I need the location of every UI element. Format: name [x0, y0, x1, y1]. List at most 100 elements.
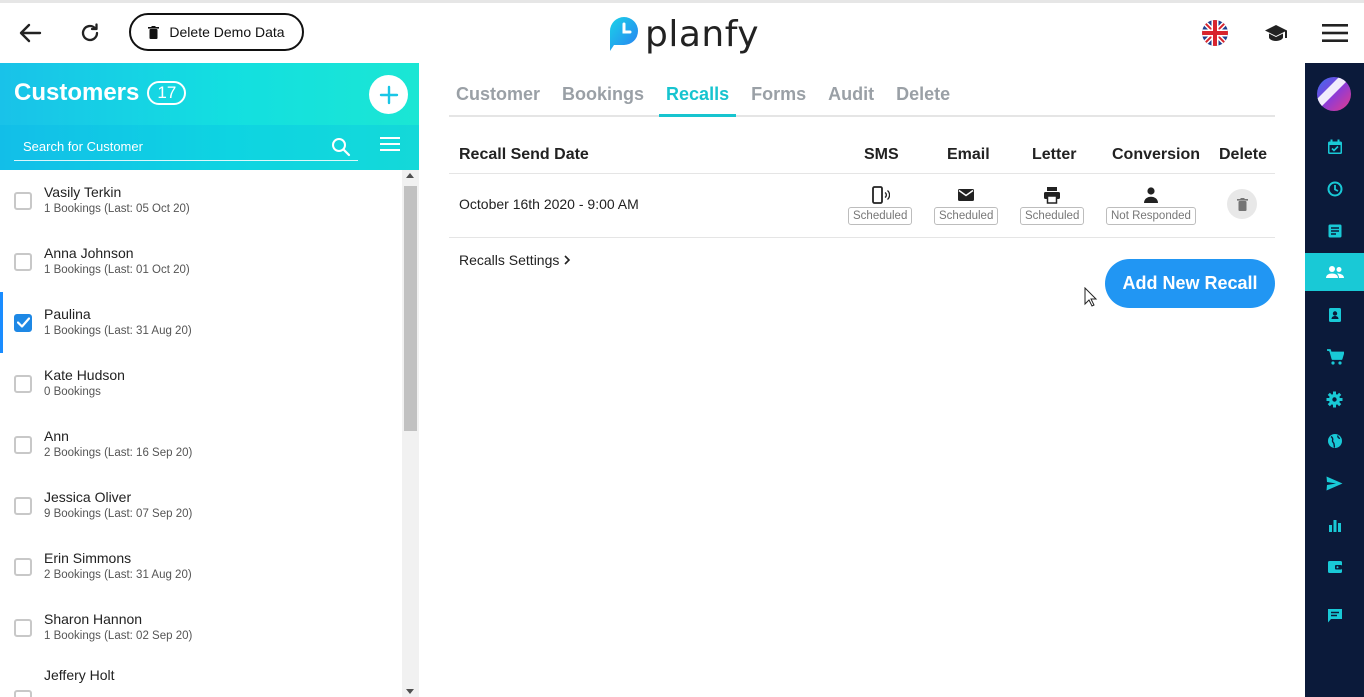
- tab-bookings[interactable]: Bookings: [555, 75, 651, 117]
- email-status: Scheduled: [934, 186, 999, 225]
- nav-settings[interactable]: [1305, 380, 1364, 418]
- customer-checkbox[interactable]: [14, 690, 32, 697]
- scroll-up-arrow-icon[interactable]: [406, 173, 414, 178]
- refresh-icon[interactable]: [74, 3, 106, 63]
- nav-web[interactable]: [1305, 422, 1364, 460]
- main-content: Customer Bookings Recalls Forms Audit De…: [420, 63, 1305, 697]
- tab-customer[interactable]: Customer: [449, 75, 547, 117]
- customer-item[interactable]: Kate Hudson 0 Bookings: [0, 353, 402, 414]
- header-email: Email: [947, 146, 990, 163]
- globe-icon: [1327, 434, 1342, 448]
- scroll-down-arrow-icon[interactable]: [406, 689, 414, 694]
- customer-item[interactable]: Sharon Hannon 1 Bookings (Last: 02 Sep 20…: [0, 597, 402, 658]
- customers-header: Customers 17: [0, 63, 419, 170]
- search-icon[interactable]: [331, 137, 351, 157]
- customer-item[interactable]: Jessica Oliver 9 Bookings (Last: 07 Sep 2…: [0, 475, 402, 536]
- customer-name: Erin Simmons: [44, 549, 132, 566]
- list-menu-icon[interactable]: [380, 136, 400, 152]
- customer-bookings: 9 Bookings (Last: 07 Sep 20): [44, 507, 193, 520]
- tab-forms[interactable]: Forms: [744, 75, 813, 117]
- customer-checkbox[interactable]: [14, 496, 32, 515]
- customer-bookings: 1 Bookings (Last: 02 Sep 20): [44, 629, 193, 642]
- conversion-status: Not Responded: [1106, 186, 1196, 225]
- customer-search-input[interactable]: [14, 133, 358, 161]
- nav-chat[interactable]: [1305, 597, 1364, 635]
- customers-panel: Customers 17 Vasily Terkin 1 Bookings (La…: [0, 63, 419, 697]
- user-avatar[interactable]: [1317, 77, 1351, 111]
- recalls-table: Recall Send Date SMS Email Letter Conver…: [449, 133, 1275, 238]
- delete-recall-button[interactable]: [1227, 189, 1257, 219]
- document-icon: [1328, 224, 1341, 238]
- cart-icon: [1326, 349, 1344, 365]
- tab-recalls[interactable]: Recalls: [659, 75, 737, 117]
- customer-bookings: 1 Bookings (Last: 01 Oct 20): [44, 263, 190, 276]
- top-bar: Delete Demo Data planfy: [0, 0, 1364, 63]
- customer-checkbox[interactable]: [14, 252, 32, 271]
- customer-checkbox[interactable]: [14, 435, 32, 454]
- nav-wallet[interactable]: [1305, 548, 1364, 586]
- letter-status: Scheduled: [1020, 186, 1085, 225]
- tab-audit[interactable]: Audit: [821, 75, 881, 117]
- header-conversion: Conversion: [1112, 146, 1201, 163]
- customer-checkbox-checked[interactable]: [14, 313, 32, 332]
- customer-name: Paulina: [44, 305, 91, 322]
- customer-tabs: Customer Bookings Recalls Forms Audit De…: [449, 75, 1275, 117]
- checkmark-icon: [16, 317, 30, 328]
- nav-calendar[interactable]: [1305, 128, 1364, 166]
- bar-chart-icon: [1328, 520, 1341, 532]
- header-letter: Letter: [1032, 146, 1077, 163]
- customer-name: Ann: [44, 427, 69, 444]
- contact-card-icon: [1328, 308, 1341, 322]
- customer-name: Kate Hudson: [44, 366, 125, 383]
- email-status-badge: Scheduled: [934, 207, 999, 225]
- planfy-logo[interactable]: planfy: [609, 13, 759, 55]
- hamburger-menu-icon[interactable]: [1320, 3, 1350, 63]
- nav-history[interactable]: [1305, 170, 1364, 208]
- back-arrow-icon[interactable]: [14, 3, 46, 63]
- customer-checkbox[interactable]: [14, 557, 32, 576]
- customer-search-row: [0, 125, 419, 170]
- trash-icon: [148, 25, 160, 39]
- users-icon: [1325, 266, 1344, 278]
- nav-shop[interactable]: [1305, 338, 1364, 376]
- phone-sms-icon: [872, 186, 891, 204]
- recalls-settings-link[interactable]: Recalls Settings: [459, 252, 571, 268]
- sms-status-badge: Scheduled: [848, 207, 913, 225]
- customer-name: Vasily Terkin: [44, 183, 122, 200]
- printer-icon: [1044, 187, 1061, 204]
- add-new-recall-button[interactable]: Add New Recall: [1105, 259, 1275, 308]
- customer-bookings: 2 Bookings (Last: 16 Sep 20): [44, 446, 193, 459]
- customer-item[interactable]: Vasily Terkin 1 Bookings (Last: 05 Oct 20…: [0, 170, 402, 231]
- uk-flag-icon[interactable]: [1201, 3, 1229, 63]
- plus-icon: [379, 85, 398, 104]
- nav-send[interactable]: [1305, 464, 1364, 502]
- customer-item[interactable]: Anna Johnson 1 Bookings (Last: 01 Oct 20): [0, 231, 402, 292]
- graduation-cap-icon[interactable]: [1262, 3, 1290, 63]
- customers-count-badge: 17: [147, 81, 187, 105]
- right-nav: [1305, 63, 1364, 697]
- customer-item[interactable]: Erin Simmons 2 Bookings (Last: 31 Aug 20): [0, 536, 402, 597]
- customer-item-selected[interactable]: Paulina 1 Bookings (Last: 31 Aug 20): [0, 292, 402, 353]
- customer-item[interactable]: Jeffery Holt: [0, 658, 402, 697]
- chevron-right-icon: [564, 255, 571, 265]
- chat-icon: [1327, 609, 1342, 623]
- customer-bookings: 1 Bookings (Last: 05 Oct 20): [44, 202, 190, 215]
- scrollbar-thumb[interactable]: [404, 186, 417, 431]
- delete-demo-data-button[interactable]: Delete Demo Data: [129, 13, 304, 51]
- nav-documents[interactable]: [1305, 212, 1364, 250]
- conversion-status-badge: Not Responded: [1106, 207, 1196, 225]
- customer-checkbox[interactable]: [14, 191, 32, 210]
- nav-contacts[interactable]: [1305, 296, 1364, 334]
- customer-name: Jessica Oliver: [44, 488, 132, 505]
- customer-checkbox[interactable]: [14, 618, 32, 637]
- nav-customers[interactable]: [1305, 253, 1364, 291]
- tab-delete[interactable]: Delete: [889, 75, 957, 117]
- add-customer-button[interactable]: [369, 75, 408, 114]
- customer-list-scrollbar[interactable]: [402, 170, 419, 697]
- header-recall-send-date: Recall Send Date: [459, 146, 589, 163]
- customer-checkbox[interactable]: [14, 374, 32, 393]
- planfy-logo-icon: [610, 17, 638, 51]
- nav-reports[interactable]: [1305, 506, 1364, 544]
- customer-item[interactable]: Ann 2 Bookings (Last: 16 Sep 20): [0, 414, 402, 475]
- customers-title: Customers 17: [14, 79, 187, 107]
